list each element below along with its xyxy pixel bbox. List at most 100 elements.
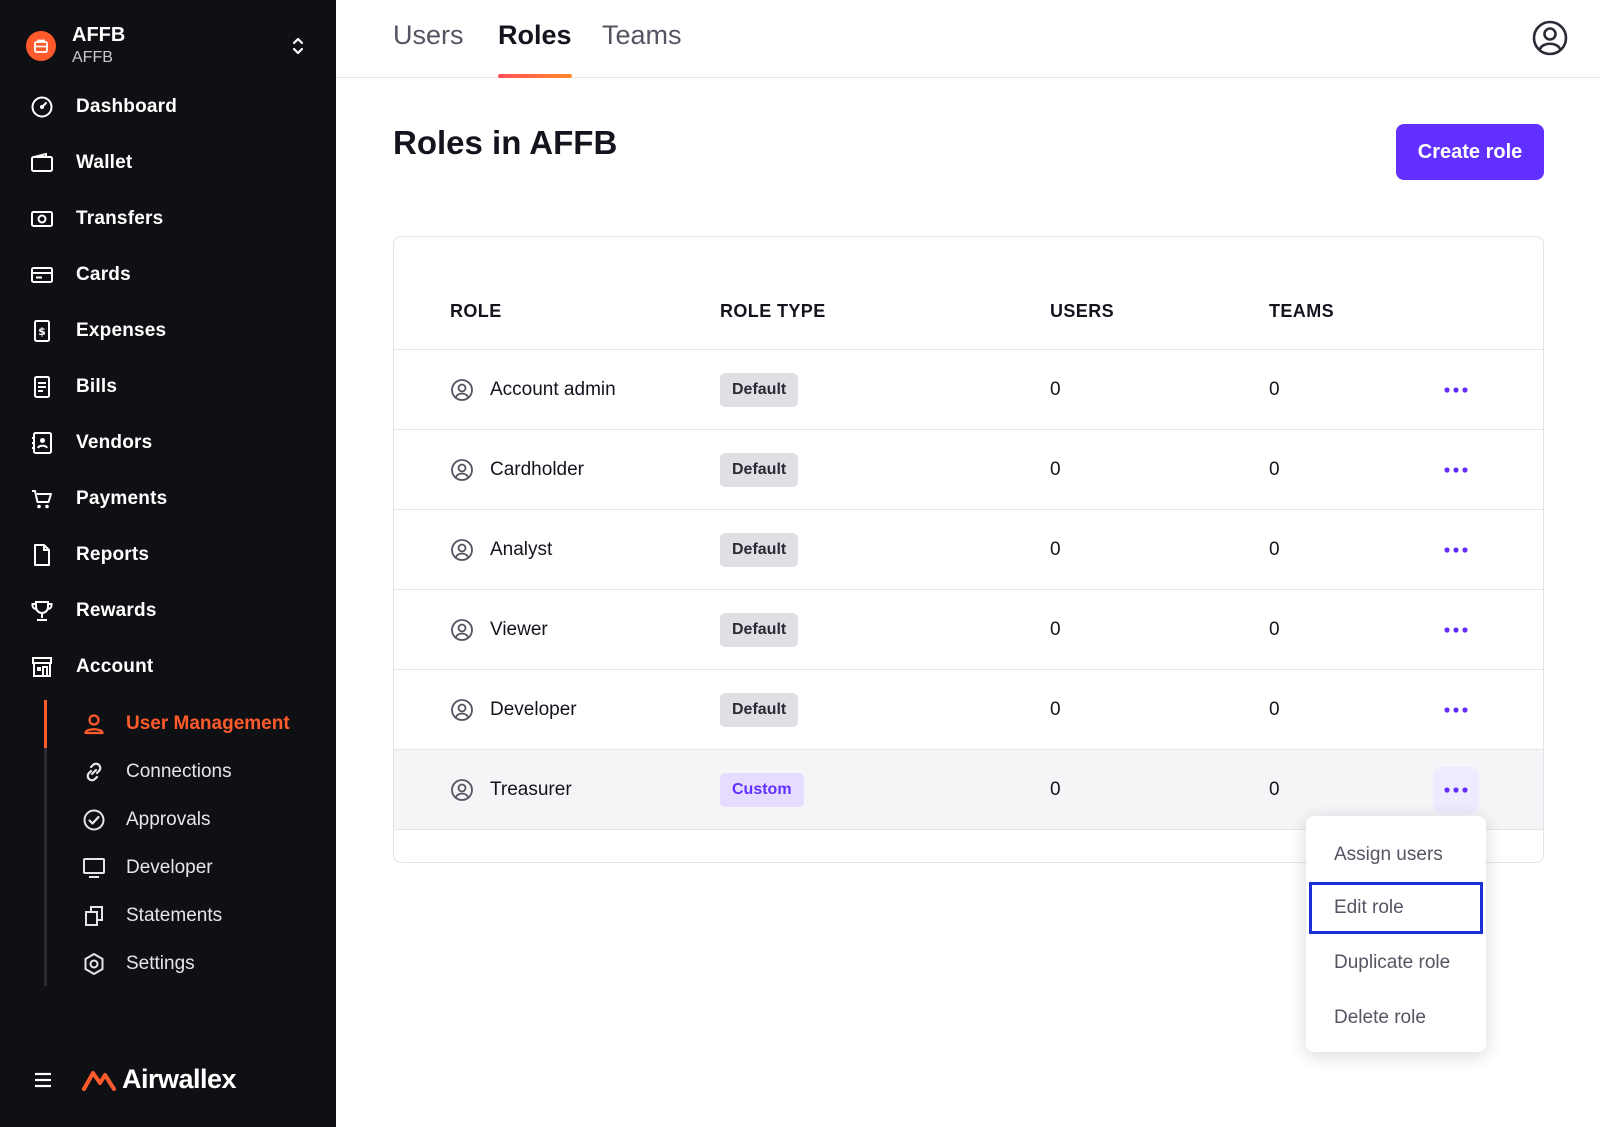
- nav-label: Transfers: [76, 208, 164, 229]
- menu-item-edit-role[interactable]: Edit role: [1309, 882, 1483, 934]
- org-switcher[interactable]: AFFB AFFB: [26, 18, 310, 74]
- subnav-label: Statements: [126, 905, 223, 926]
- account-subnav: User Management Connections Approvals De…: [44, 700, 336, 986]
- nav-label: Payments: [76, 488, 168, 509]
- table-row[interactable]: Analyst Default 0 0: [394, 510, 1543, 590]
- table-row[interactable]: Cardholder Default 0 0: [394, 430, 1543, 510]
- role-name: Developer: [490, 699, 577, 720]
- more-options-button[interactable]: [1433, 527, 1479, 573]
- tab-label: Teams: [602, 20, 682, 50]
- role-type-badge: Default: [720, 533, 799, 567]
- teams-count: 0: [1269, 699, 1280, 720]
- subnav-item-developer[interactable]: Developer: [47, 844, 336, 892]
- nav-label: Wallet: [76, 152, 133, 173]
- subnav-item-approvals[interactable]: Approvals: [47, 796, 336, 844]
- role-name: Analyst: [490, 539, 553, 560]
- nav-item-account[interactable]: Account: [0, 639, 336, 695]
- subnav-item-settings[interactable]: Settings: [47, 940, 336, 988]
- more-horizontal-icon: [1444, 387, 1468, 393]
- nav-item-transfers[interactable]: Transfers: [0, 191, 336, 247]
- vendors-icon: [30, 431, 54, 455]
- nav-item-rewards[interactable]: Rewards: [0, 583, 336, 639]
- table-row[interactable]: Account admin Default 0 0: [394, 350, 1543, 430]
- nav-item-wallet[interactable]: Wallet: [0, 135, 336, 191]
- column-header-role: ROLE: [450, 301, 502, 321]
- users-count: 0: [1050, 379, 1061, 400]
- nav-item-cards[interactable]: Cards: [0, 247, 336, 303]
- teams-count: 0: [1269, 459, 1280, 480]
- table-row[interactable]: Viewer Default 0 0: [394, 590, 1543, 670]
- role-name: Account admin: [490, 379, 616, 400]
- role-type-cell: Custom: [720, 750, 804, 830]
- nav-item-reports[interactable]: Reports: [0, 527, 336, 583]
- dashboard-icon: [30, 95, 54, 119]
- role-type-badge: Default: [720, 453, 799, 487]
- tab-label: Users: [393, 20, 464, 50]
- hamburger-menu-icon[interactable]: [34, 1072, 52, 1088]
- transfers-icon: [30, 207, 54, 231]
- nav-label: Account: [76, 656, 154, 677]
- bills-icon: [30, 375, 54, 399]
- subnav-label: Developer: [126, 857, 213, 878]
- column-header-users: USERS: [1050, 301, 1115, 321]
- tab-label: Roles: [498, 20, 572, 50]
- subnav-label: Connections: [126, 761, 232, 782]
- nav-label: Bills: [76, 376, 118, 397]
- role-name: Cardholder: [490, 459, 584, 480]
- role-cell: Treasurer: [450, 750, 572, 830]
- menu-item-assign-users[interactable]: Assign users: [1309, 829, 1483, 881]
- tab-teams[interactable]: Teams: [602, 20, 682, 78]
- card-icon: [30, 263, 54, 287]
- copy-icon: [82, 904, 106, 928]
- tab-roles[interactable]: Roles: [498, 20, 572, 78]
- more-horizontal-icon: [1444, 707, 1468, 713]
- more-options-button[interactable]: [1433, 447, 1479, 493]
- nav-item-vendors[interactable]: Vendors: [0, 415, 336, 471]
- teams-count: 0: [1269, 379, 1280, 400]
- cart-icon: [30, 487, 54, 511]
- more-options-button[interactable]: [1433, 367, 1479, 413]
- user-circle-icon: [451, 779, 473, 801]
- nav-item-payments[interactable]: Payments: [0, 471, 336, 527]
- subnav-item-user-management[interactable]: User Management: [47, 700, 336, 748]
- nav-item-expenses[interactable]: $ Expenses: [0, 303, 336, 359]
- brand-name: Airwallex: [122, 1064, 237, 1094]
- more-horizontal-icon: [1444, 547, 1468, 553]
- create-role-button[interactable]: Create role: [1396, 124, 1544, 180]
- role-type-badge: Custom: [720, 773, 804, 807]
- subnav-item-statements[interactable]: Statements: [47, 892, 336, 940]
- expenses-icon: $: [30, 319, 54, 343]
- subnav-label: Settings: [126, 953, 195, 974]
- chevron-up-down-icon[interactable]: [286, 31, 310, 61]
- menu-item-duplicate-role[interactable]: Duplicate role: [1309, 937, 1483, 989]
- more-options-button[interactable]: [1433, 607, 1479, 653]
- role-type-cell: Default: [720, 670, 799, 750]
- role-type-cell: Default: [720, 590, 799, 670]
- role-cell: Analyst: [450, 510, 552, 590]
- user-circle-icon: [451, 379, 473, 401]
- store-icon: [30, 655, 54, 679]
- more-horizontal-icon: [1444, 627, 1468, 633]
- active-indicator: [44, 700, 47, 748]
- main-nav: Dashboard Wallet Transfers Cards $ Expen…: [0, 79, 336, 695]
- role-cell: Viewer: [450, 590, 548, 670]
- brand-footer: Airwallex: [34, 1064, 237, 1095]
- more-options-button[interactable]: [1433, 687, 1479, 733]
- column-header-role-type: ROLE TYPE: [720, 301, 826, 321]
- profile-icon[interactable]: [1532, 20, 1568, 56]
- tab-users[interactable]: Users: [393, 20, 464, 78]
- menu-item-delete-role[interactable]: Delete role: [1309, 992, 1483, 1044]
- teams-count: 0: [1269, 539, 1280, 560]
- reports-icon: [30, 543, 54, 567]
- subnav-item-connections[interactable]: Connections: [47, 748, 336, 796]
- nav-item-bills[interactable]: Bills: [0, 359, 336, 415]
- check-circle-icon: [82, 808, 106, 832]
- nav-label: Rewards: [76, 600, 157, 621]
- more-options-button[interactable]: [1433, 767, 1479, 813]
- table-row[interactable]: Developer Default 0 0: [394, 670, 1543, 750]
- user-circle-icon: [451, 699, 473, 721]
- subnav-label: User Management: [126, 713, 290, 734]
- nav-item-dashboard[interactable]: Dashboard: [0, 79, 336, 135]
- teams-count: 0: [1269, 779, 1280, 800]
- role-type-cell: Default: [720, 510, 799, 590]
